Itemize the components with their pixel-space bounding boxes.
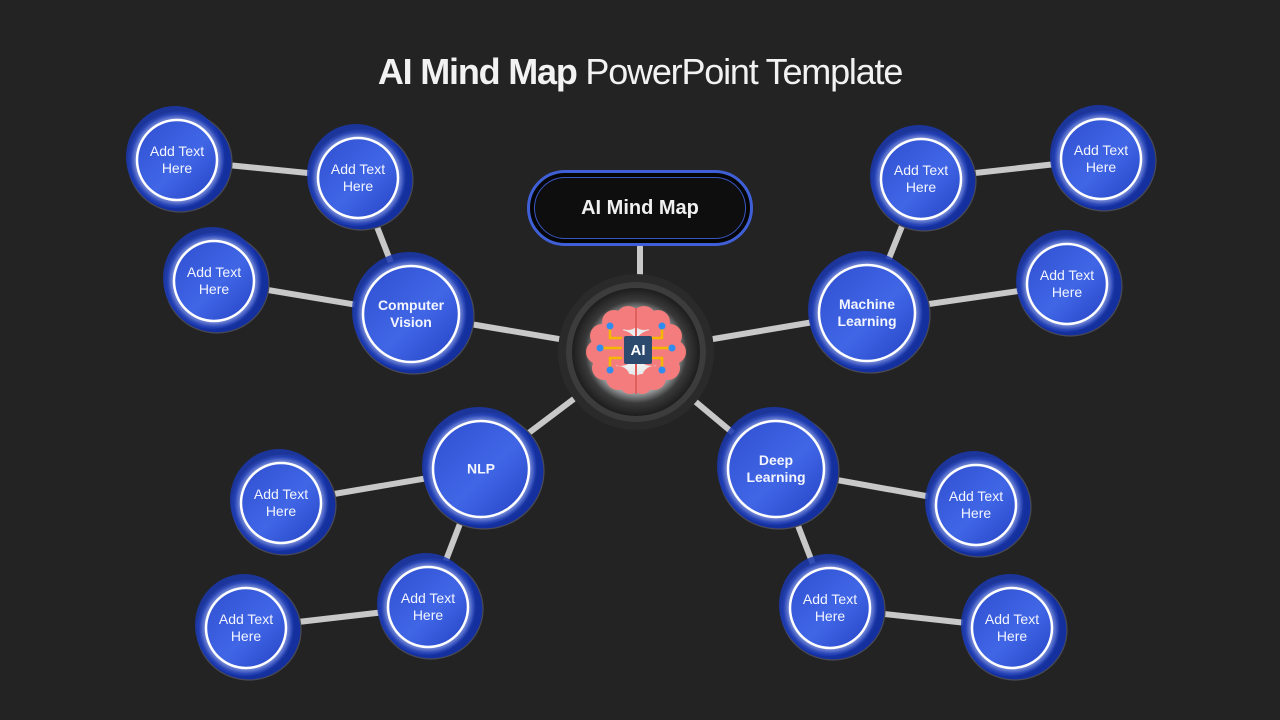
- circuit-node: [668, 344, 676, 352]
- center-title-pill[interactable]: AI Mind Map: [527, 170, 753, 246]
- computer-vision-leaf-1-label: Add Text Here: [149, 143, 205, 176]
- nlp-leaf-1-label: Add Text Here: [253, 486, 309, 519]
- machine-learning-leaf-1-label: Add Text Here: [893, 162, 949, 195]
- circuit-node: [658, 322, 666, 330]
- nlp-label: NLP: [467, 460, 495, 477]
- circuit-node: [606, 322, 614, 330]
- computer-vision-leaf-3-label: Add Text Here: [186, 264, 242, 297]
- deep-learning-leaf-3-label: Add Text Here: [984, 611, 1040, 644]
- circuit-node: [606, 366, 614, 374]
- deep-learning-leaf-2-label: Add Text Here: [802, 591, 858, 624]
- machine-learning-label: Machine Learning: [837, 296, 897, 329]
- center-title-label: AI Mind Map: [581, 196, 699, 219]
- deep-learning-leaf-1-label: Add Text Here: [948, 488, 1004, 521]
- machine-learning-leaf-3-label: Add Text Here: [1039, 267, 1095, 300]
- computer-vision-label: Computer Vision: [377, 297, 445, 330]
- circuit-node: [658, 366, 666, 374]
- machine-learning-leaf-2-label: Add Text Here: [1073, 142, 1129, 175]
- circuit-node: [596, 344, 604, 352]
- ai-chip-badge: AI: [624, 336, 652, 364]
- center-title-pill-inner: AI Mind Map: [534, 177, 746, 239]
- computer-vision-leaf-2-label: Add Text Here: [330, 161, 386, 194]
- deep-learning-label: Deep Learning: [746, 452, 806, 485]
- nlp-leaf-2-label: Add Text Here: [400, 590, 456, 623]
- nlp-leaf-3-label: Add Text Here: [218, 611, 274, 644]
